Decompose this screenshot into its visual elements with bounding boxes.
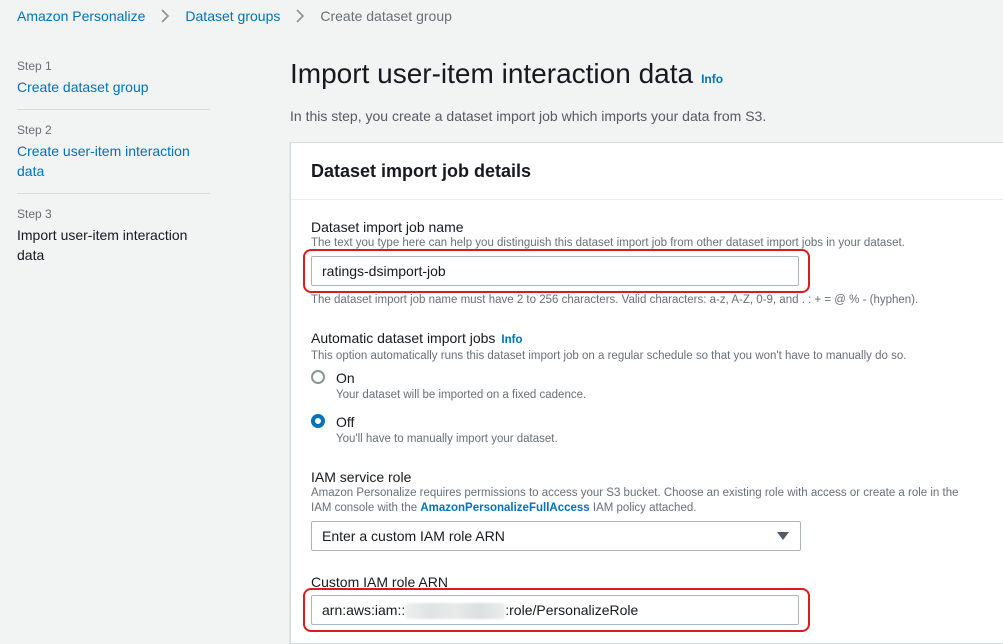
job-name-constraint: The dataset import job name must have 2 … <box>311 294 919 306</box>
panel-title: Dataset import job details <box>311 160 532 181</box>
arn-suffix: :role/PersonalizeRole <box>505 602 639 618</box>
step-2: Step 2 Create user-item interaction data <box>17 122 210 194</box>
auto-import-info-link[interactable]: Info <box>501 331 522 349</box>
iam-role-field: IAM service role Amazon Personalize requ… <box>311 468 976 516</box>
job-name-label: Dataset import job name <box>311 219 464 235</box>
radio-option-on[interactable]: On Your dataset will be imported on a fi… <box>311 369 586 403</box>
auto-import-label-row: Automatic dataset import jobs Info <box>311 329 906 349</box>
iam-role-label: IAM service role <box>311 469 412 485</box>
radio-description-on: Your dataset will be imported on a fixed… <box>336 389 587 401</box>
page-title: Import user-item interaction data Info <box>290 58 723 90</box>
breadcrumb-amazon-personalize[interactable]: Amazon Personalize <box>17 8 145 24</box>
info-link[interactable]: Info <box>701 72 723 86</box>
step-link-create-dataset-group[interactable]: Create dataset group <box>17 77 210 97</box>
job-name-input[interactable]: ratings-dsimport-job <box>311 256 799 286</box>
auto-import-description: This option automatically runs this data… <box>311 350 907 362</box>
page-description: In this step, you create a dataset impor… <box>290 108 767 124</box>
breadcrumb-create-dataset-group: Create dataset group <box>320 8 452 24</box>
arn-prefix: arn:aws:iam:: <box>322 602 406 618</box>
job-name-field: Dataset import job name The text you typ… <box>311 218 905 251</box>
caret-down-icon <box>777 532 789 540</box>
step-number: Step 2 <box>17 123 52 137</box>
radio-button-off[interactable] <box>311 414 325 428</box>
step-number: Step 1 <box>17 59 52 73</box>
custom-arn-input[interactable]: arn:aws:iam:::role/PersonalizeRole <box>311 595 799 625</box>
chevron-right-icon <box>157 8 173 24</box>
breadcrumb: Amazon Personalize Dataset groups Create… <box>17 8 452 24</box>
panel-header: Dataset import job details <box>291 143 1003 200</box>
radio-text-on: On Your dataset will be imported on a fi… <box>336 369 586 403</box>
wizard-steps: Step 1 Create dataset group Step 2 Creat… <box>17 58 210 289</box>
chevron-right-icon <box>292 8 308 24</box>
iam-policy-link[interactable]: AmazonPersonalizeFullAccess <box>420 502 589 514</box>
iam-role-selected: Enter a custom IAM role ARN <box>322 528 505 544</box>
radio-text-off: Off You'll have to manually import your … <box>336 413 558 447</box>
page-title-text: Import user-item interaction data <box>290 58 694 89</box>
radio-option-off[interactable]: Off You'll have to manually import your … <box>311 413 558 447</box>
step-number: Step 3 <box>17 207 52 221</box>
dataset-import-job-details-panel: Dataset import job details Dataset impor… <box>290 142 1003 644</box>
auto-import-field: Automatic dataset import jobs Info This … <box>311 329 906 364</box>
step-current-import-interaction-data: Import user-item interaction data <box>17 227 188 263</box>
radio-label-off: Off <box>336 414 355 430</box>
radio-label-on: On <box>336 370 355 386</box>
radio-description-off: You'll have to manually import your data… <box>336 433 558 445</box>
redacted-account-id <box>405 603 506 620</box>
auto-import-label: Automatic dataset import jobs <box>311 330 496 346</box>
iam-role-description: Amazon Personalize requires permissions … <box>311 486 976 516</box>
iam-role-select[interactable]: Enter a custom IAM role ARN <box>311 521 801 551</box>
job-name-constraint-wrap: The dataset import job name must have 2 … <box>311 293 918 308</box>
breadcrumb-dataset-groups[interactable]: Dataset groups <box>185 8 280 24</box>
iam-desc-suffix: IAM policy attached. <box>589 502 697 514</box>
step-3: Step 3 Import user-item interaction data <box>17 206 210 277</box>
step-link-create-interaction-data[interactable]: Create user-item interaction data <box>17 141 210 181</box>
step-1: Step 1 Create dataset group <box>17 58 210 110</box>
radio-button-on[interactable] <box>311 370 325 384</box>
